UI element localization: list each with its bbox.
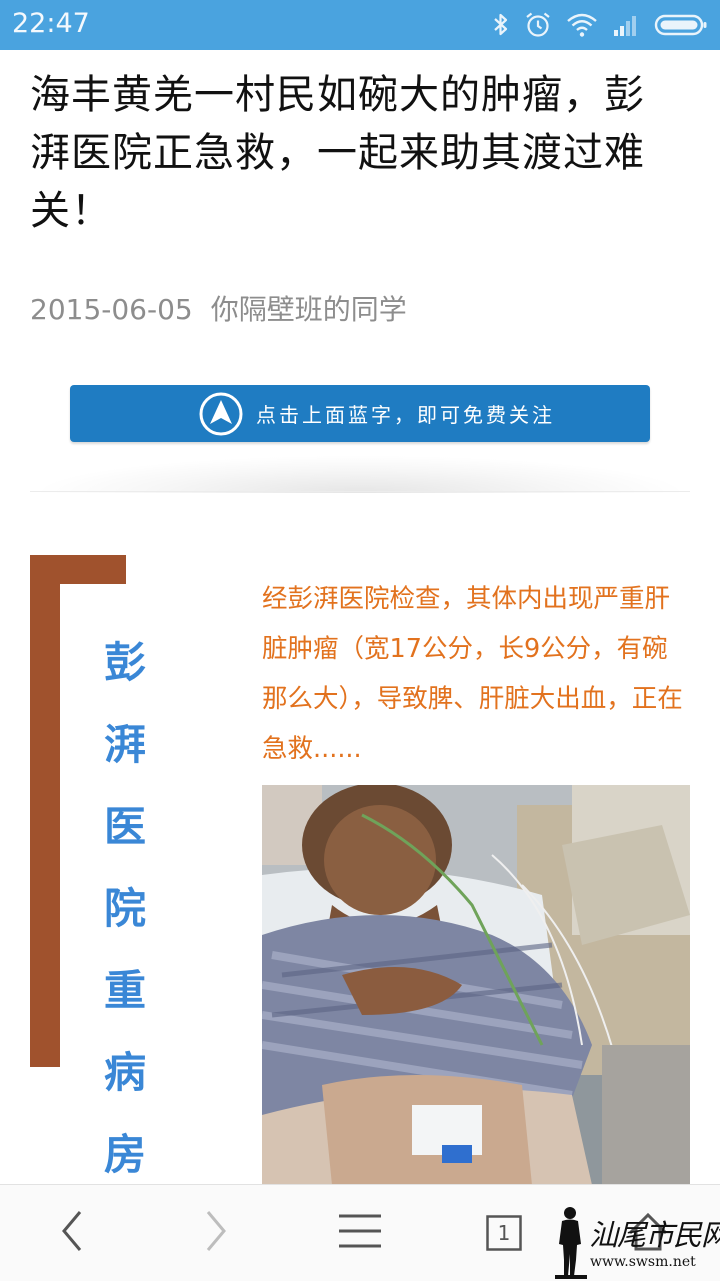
menu-button[interactable] (318, 1185, 402, 1281)
title-char: 湃 (103, 720, 146, 769)
divider (30, 491, 690, 492)
bluetooth-icon (492, 12, 510, 38)
back-icon (60, 1209, 84, 1257)
watermark-logo: 汕尾市民网 www.swsm.net (553, 1204, 720, 1280)
title-char: 彭 (103, 638, 146, 687)
article-date: 2015-06-05 (30, 293, 193, 326)
section-bracket-side (30, 555, 60, 1067)
standing-figure-icon (555, 1207, 587, 1279)
forward-button[interactable] (174, 1185, 258, 1281)
status-icons (492, 10, 708, 40)
tabs-button[interactable]: 1 (462, 1185, 546, 1281)
title-char: 病 (103, 1048, 146, 1097)
title-char: 医 (103, 802, 146, 851)
menu-icon (337, 1212, 383, 1254)
arrow-up-circle-icon (198, 391, 244, 441)
title-char: 重 (103, 966, 146, 1015)
signal-icon (612, 13, 640, 37)
wifi-icon (566, 12, 598, 38)
vertical-section-title: 彭 湃 医 院 重 病 房 (100, 622, 150, 1196)
watermark-name: 汕尾市民网 (589, 1218, 720, 1252)
forward-icon (204, 1209, 228, 1257)
patient-photo-illustration (262, 785, 690, 1185)
article-author[interactable]: 你隔壁班的同学 (211, 293, 407, 326)
status-time: 22:47 (12, 8, 90, 39)
article-meta: 2015-06-05 你隔壁班的同学 (30, 288, 407, 328)
follow-banner[interactable]: 点击上面蓝字，即可免费关注 (70, 385, 650, 442)
title-char: 院 (103, 884, 146, 933)
back-button[interactable] (30, 1185, 114, 1281)
tabs-count: 1 (497, 1221, 511, 1245)
tabs-icon: 1 (486, 1215, 522, 1251)
article-photo[interactable] (262, 785, 690, 1185)
battery-icon (654, 13, 708, 37)
follow-banner-text: 点击上面蓝字，即可免费关注 (256, 403, 555, 427)
divider-shadow (30, 455, 690, 493)
watermark-url: www.swsm.net (590, 1254, 696, 1270)
alarm-icon (524, 11, 552, 39)
status-bar: 22:47 (0, 0, 720, 50)
article-body-text: 经彭湃医院检查，其体内出现严重肝脏肿瘤（宽17公分，长9公分，有碗那么大），导致… (262, 584, 683, 764)
article-title: 海丰黄羌一村民如碗大的肿瘤，彭湃医院正急救，一起来助其渡过难关！ (30, 72, 645, 234)
